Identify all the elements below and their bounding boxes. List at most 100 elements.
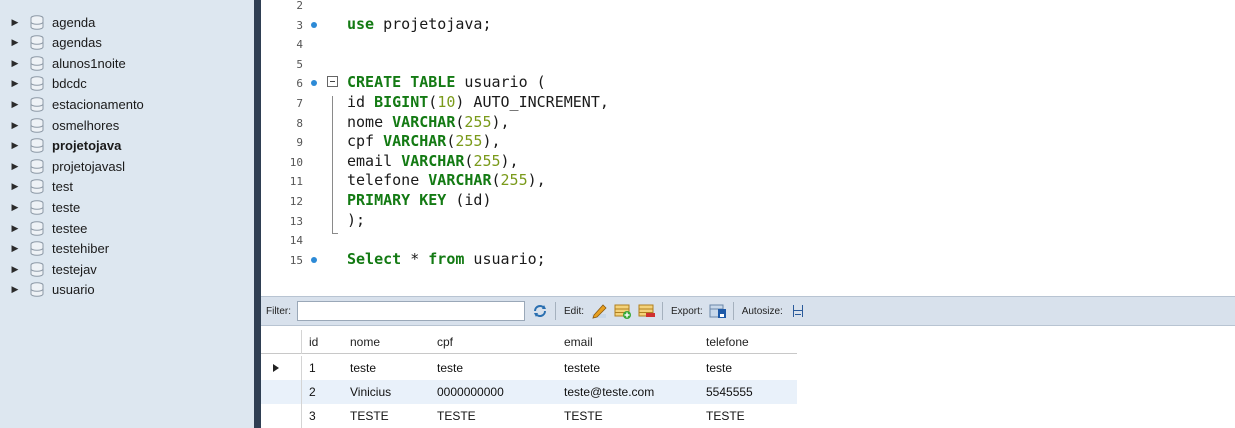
schema-item[interactable]: ▶ testee (0, 218, 254, 238)
sql-text: ( (491, 171, 501, 190)
expand-arrow-icon[interactable]: ▶ (10, 181, 20, 192)
sql-text: ), (491, 112, 510, 131)
table-cell[interactable]: teste@teste.com (557, 380, 699, 404)
expand-arrow-icon[interactable]: ▶ (10, 17, 20, 28)
schema-item[interactable]: ▶ projetojavasl (0, 156, 254, 176)
column-header[interactable]: email (557, 330, 699, 354)
code-line[interactable]: 7 id BIGINT(10) AUTO_INCREMENT, (261, 93, 1235, 112)
expand-arrow-icon[interactable]: ▶ (10, 78, 20, 89)
column-header[interactable]: telefone (699, 330, 797, 354)
sql-number: 255 (464, 112, 492, 131)
table-cell[interactable]: TESTE (430, 404, 557, 428)
code-line[interactable]: 11 telefone VARCHAR(255), (261, 171, 1235, 190)
expand-arrow-icon[interactable]: ▶ (10, 99, 20, 110)
refresh-icon[interactable] (531, 302, 549, 320)
fold-collapse-icon[interactable] (327, 76, 338, 88)
autosize-icon[interactable] (789, 302, 807, 320)
column-header[interactable]: nome (343, 330, 430, 354)
table-cell[interactable]: 0000000000 (430, 380, 557, 404)
column-header[interactable]: id (301, 330, 343, 354)
code-line[interactable]: 6 CREATE TABLE usuario ( (261, 73, 1235, 92)
schema-item[interactable]: ▶ osmelhores (0, 115, 254, 135)
code-line[interactable]: 10 email VARCHAR(255), (261, 152, 1235, 171)
table-row[interactable]: 2 Vinicius 0000000000 teste@teste.com 554555… (261, 380, 797, 404)
schema-item[interactable]: ▶ bdcdc (0, 74, 254, 94)
code-text: id BIGINT(10) AUTO_INCREMENT, (347, 93, 609, 112)
line-number: 2 (296, 0, 303, 12)
table-cell[interactable]: 1 (301, 356, 343, 380)
database-icon (30, 200, 44, 215)
table-cell[interactable]: testete (557, 356, 699, 380)
table-cell[interactable]: 5545555 (699, 380, 797, 404)
code-line[interactable]: 15 Select * from usuario; (261, 250, 1235, 269)
sql-keyword: use (347, 14, 375, 33)
code-line[interactable]: 4 (261, 34, 1235, 53)
schema-item[interactable]: ▶ agendas (0, 33, 254, 53)
schema-item[interactable]: ▶ testehiber (0, 239, 254, 259)
table-row[interactable]: 1 teste teste testete teste (261, 356, 797, 380)
table-cell[interactable]: TESTE (343, 404, 430, 428)
schema-item[interactable]: ▶ estacionamento (0, 94, 254, 114)
expand-arrow-icon[interactable]: ▶ (10, 140, 20, 151)
panel-splitter[interactable] (254, 0, 261, 428)
sql-keyword: CREATE TABLE (347, 73, 456, 92)
expand-arrow-icon[interactable]: ▶ (10, 264, 20, 275)
edit-pencil-icon[interactable] (590, 302, 608, 320)
sql-text: ), (527, 171, 546, 190)
line-number: 4 (296, 38, 303, 52)
code-text: email VARCHAR(255), (347, 152, 519, 171)
filter-input[interactable] (297, 301, 525, 321)
sql-number: 255 (500, 171, 528, 190)
code-line[interactable]: 12 PRIMARY KEY (id) (261, 191, 1235, 210)
expand-arrow-icon[interactable]: ▶ (10, 161, 20, 172)
expand-arrow-icon[interactable]: ▶ (10, 223, 20, 234)
table-cell[interactable]: 3 (301, 404, 343, 428)
column-header[interactable]: cpf (430, 330, 557, 354)
code-line[interactable]: 2 (261, 0, 1235, 14)
schema-item[interactable]: ▶ test (0, 177, 254, 197)
expand-arrow-icon[interactable]: ▶ (10, 243, 20, 254)
code-line[interactable]: 5 (261, 54, 1235, 73)
table-cell[interactable]: teste (430, 356, 557, 380)
sql-keyword: VARCHAR (428, 171, 492, 190)
table-cell[interactable]: teste (699, 356, 797, 380)
schema-item[interactable]: ▶ alunos1noite (0, 53, 254, 73)
statement-marker-icon (311, 80, 317, 87)
schema-item[interactable]: ▶ agenda (0, 12, 254, 32)
table-cell[interactable]: TESTE (699, 404, 797, 428)
schema-item[interactable]: ▶ usuario (0, 280, 254, 300)
code-line[interactable]: 8 nome VARCHAR(255), (261, 113, 1235, 132)
table-cell[interactable]: Vinicius (343, 380, 430, 404)
expand-arrow-icon[interactable]: ▶ (10, 120, 20, 131)
schema-item[interactable]: ▶ teste (0, 197, 254, 217)
schema-name: test (52, 179, 73, 195)
table-cell[interactable]: TESTE (557, 404, 699, 428)
expand-arrow-icon[interactable]: ▶ (10, 202, 20, 213)
add-row-icon[interactable] (614, 302, 632, 320)
table-row[interactable]: 3 TESTE TESTE TESTE TESTE (261, 404, 797, 428)
sql-text: ) AUTO_INCREMENT, (455, 93, 609, 111)
code-line[interactable]: 13); (261, 211, 1235, 230)
expand-arrow-icon[interactable]: ▶ (10, 37, 20, 48)
code-line[interactable]: 3 use projetojava; (261, 15, 1235, 34)
export-icon[interactable] (709, 302, 727, 320)
line-number: 14 (289, 234, 303, 248)
schema-item[interactable]: ▶ testejav (0, 259, 254, 279)
code-line[interactable]: 14 (261, 230, 1235, 249)
sql-text: email (347, 151, 402, 170)
schema-item[interactable]: ▶ projetojava (0, 136, 254, 156)
delete-row-icon[interactable] (638, 302, 656, 320)
code-text: CREATE TABLE usuario ( (347, 73, 546, 92)
filter-label: Filter: (266, 305, 291, 317)
code-text: PRIMARY KEY (id) (347, 191, 492, 210)
code-line[interactable]: 9 cpf VARCHAR(255), (261, 132, 1235, 151)
expand-arrow-icon[interactable]: ▶ (10, 58, 20, 69)
table-cell[interactable]: teste (343, 356, 430, 380)
result-toolbar: Filter: Edit: Export: Autosize: (261, 296, 1235, 326)
table-cell[interactable]: 2 (301, 380, 343, 404)
sql-editor[interactable]: 2 3 use projetojava; 4 5 6 CREATE TABLE usuari… (261, 0, 1235, 296)
sql-text: (id) (446, 191, 492, 209)
statement-marker-icon (311, 21, 317, 28)
expand-arrow-icon[interactable]: ▶ (10, 284, 20, 295)
schema-name: bdcdc (52, 76, 87, 92)
